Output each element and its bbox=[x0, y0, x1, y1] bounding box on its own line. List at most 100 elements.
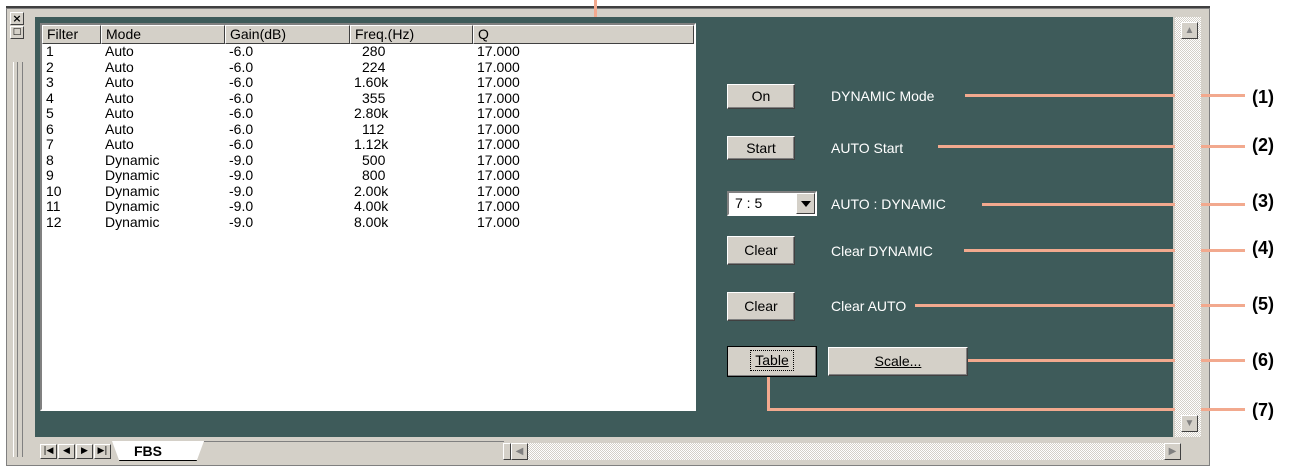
ratio-select[interactable]: 7 : 5 bbox=[727, 191, 817, 216]
scroll-left-icon[interactable]: ◀ bbox=[511, 443, 528, 460]
cell-mode: Auto bbox=[105, 58, 134, 75]
cell-q: 17.000 bbox=[477, 105, 520, 121]
table-row[interactable]: 10 Dynamic -9.0 2.00k 17.000 bbox=[42, 182, 692, 199]
cell-q: 17.000 bbox=[477, 136, 520, 152]
cell-filter: 6 bbox=[46, 120, 54, 137]
callout-line-3 bbox=[982, 203, 1245, 206]
cell-mode: Auto bbox=[105, 105, 134, 121]
column-header-q[interactable]: Q bbox=[473, 25, 694, 44]
cell-gain: -6.0 bbox=[229, 136, 254, 152]
cell-gain: -9.0 bbox=[229, 213, 254, 230]
scale-button-label: Scale... bbox=[874, 353, 922, 369]
clear-dynamic-button[interactable]: Clear bbox=[727, 236, 795, 265]
cell-freq: 1.12k bbox=[354, 136, 389, 152]
clear-auto-button[interactable]: Clear bbox=[727, 292, 795, 321]
auto-start-button[interactable]: Start bbox=[727, 136, 795, 160]
cell-freq: 1.60k bbox=[354, 74, 389, 90]
toolbar-strip: × □ bbox=[8, 12, 28, 464]
cell-gain: -9.0 bbox=[229, 167, 254, 183]
cell-freq: 112 bbox=[362, 120, 385, 137]
dropdown-arrow-icon[interactable] bbox=[796, 193, 815, 214]
callout-number-4: (4) bbox=[1252, 238, 1274, 258]
filter-table[interactable]: Filter Mode Gain(dB) Freq.(Hz) Q 1 Auto -6… bbox=[40, 23, 696, 411]
ratio-select-value: 7 : 5 bbox=[735, 195, 763, 211]
column-header-freq[interactable]: Freq.(Hz) bbox=[350, 25, 473, 44]
scroll-right-icon[interactable]: ▶ bbox=[1164, 443, 1181, 460]
table-row[interactable]: 5 Auto -6.0 2.80k 17.000 bbox=[42, 106, 692, 121]
callout-line-4 bbox=[964, 249, 1245, 252]
cell-filter: 3 bbox=[46, 74, 54, 90]
scroll-down-icon[interactable]: ▼ bbox=[1181, 415, 1198, 432]
callout-line-6 bbox=[968, 359, 1245, 362]
cell-q: 17.000 bbox=[477, 213, 520, 230]
table-row[interactable]: 12 Dynamic -9.0 8.00k 17.000 bbox=[42, 213, 692, 230]
table-row[interactable]: 2 Auto -6.0 224 17.000 bbox=[42, 58, 692, 75]
dynamic-mode-on-button[interactable]: On bbox=[727, 84, 795, 109]
callout-number-2: (2) bbox=[1252, 135, 1274, 155]
tab-fbs[interactable]: FBS bbox=[112, 441, 204, 461]
tab-fbs-label: FBS bbox=[134, 443, 162, 459]
cell-q: 17.000 bbox=[477, 120, 520, 137]
cell-freq: 4.00k bbox=[354, 198, 389, 214]
cell-q: 17.000 bbox=[477, 89, 520, 106]
cell-freq: 500 bbox=[362, 151, 386, 168]
cell-freq: 2.80k bbox=[354, 105, 389, 121]
cell-mode: Dynamic bbox=[105, 182, 160, 199]
table-row[interactable]: 1 Auto -6.0 280 17.000 bbox=[42, 44, 692, 59]
cell-q: 17.000 bbox=[477, 74, 520, 90]
callout-line-7-vertical bbox=[767, 377, 770, 411]
column-header-filter[interactable]: Filter bbox=[42, 25, 101, 44]
cell-q: 17.000 bbox=[477, 198, 520, 214]
table-row[interactable]: 7 Auto -6.0 1.12k 17.000 bbox=[42, 137, 692, 152]
cell-gain: -6.0 bbox=[229, 120, 254, 137]
cell-gain: -9.0 bbox=[229, 198, 254, 214]
callout-number-7: (7) bbox=[1252, 400, 1274, 420]
cell-gain: -9.0 bbox=[229, 151, 254, 168]
horizontal-scrollbar[interactable] bbox=[511, 443, 1181, 460]
cell-gain: -6.0 bbox=[229, 105, 254, 121]
table-row[interactable]: 9 Dynamic -9.0 800 17.000 bbox=[42, 168, 692, 183]
cell-freq: 224 bbox=[362, 58, 386, 75]
callout-line-7 bbox=[767, 408, 1245, 411]
cell-mode: Auto bbox=[105, 136, 134, 152]
next-page-icon[interactable]: ▶ bbox=[76, 444, 93, 459]
cell-mode: Auto bbox=[105, 120, 134, 137]
last-page-icon[interactable]: ▶| bbox=[94, 444, 111, 459]
clear-auto-label: Clear AUTO bbox=[831, 298, 907, 314]
cell-gain: -9.0 bbox=[229, 182, 254, 199]
vertical-scrollbar[interactable] bbox=[1175, 17, 1201, 437]
table-row[interactable]: 4 Auto -6.0 355 17.000 bbox=[42, 89, 692, 106]
cell-q: 17.000 bbox=[477, 182, 520, 199]
close-icon[interactable]: × bbox=[10, 12, 24, 25]
cell-filter: 2 bbox=[46, 58, 54, 75]
table-button[interactable]: Table bbox=[727, 346, 817, 377]
toolbar-grip[interactable] bbox=[13, 62, 23, 457]
callout-number-5: (5) bbox=[1252, 294, 1274, 314]
table-row[interactable]: 6 Auto -6.0 112 17.000 bbox=[42, 120, 692, 137]
restore-icon[interactable]: □ bbox=[10, 26, 24, 39]
scroll-split-handle[interactable] bbox=[503, 443, 511, 460]
first-page-icon[interactable]: |◀ bbox=[40, 444, 57, 459]
table-row[interactable]: 8 Dynamic -9.0 500 17.000 bbox=[42, 151, 692, 168]
cell-freq: 2.00k bbox=[354, 182, 389, 199]
column-header-gain[interactable]: Gain(dB) bbox=[225, 25, 350, 44]
column-header-mode[interactable]: Mode bbox=[101, 25, 225, 44]
cell-mode: Dynamic bbox=[105, 213, 160, 230]
callout-number-3: (3) bbox=[1252, 191, 1274, 211]
cell-freq: 355 bbox=[362, 89, 386, 106]
table-row[interactable]: 3 Auto -6.0 1.60k 17.000 bbox=[42, 75, 692, 90]
callout-number-6: (6) bbox=[1252, 350, 1274, 370]
callout-line-1 bbox=[965, 94, 1245, 97]
cell-gain: -6.0 bbox=[229, 58, 254, 75]
tab-baseline bbox=[204, 441, 504, 442]
cell-filter: 8 bbox=[46, 151, 54, 168]
cell-filter: 4 bbox=[46, 89, 54, 106]
cell-freq: 8.00k bbox=[354, 213, 389, 230]
clear-dynamic-label: Clear DYNAMIC bbox=[831, 243, 933, 259]
scale-button[interactable]: Scale... bbox=[828, 347, 968, 376]
cell-mode: Dynamic bbox=[105, 167, 160, 183]
table-row[interactable]: 11 Dynamic -9.0 4.00k 17.000 bbox=[42, 199, 692, 214]
cell-freq: 280 bbox=[362, 43, 386, 59]
prev-page-icon[interactable]: ◀ bbox=[58, 444, 75, 459]
scroll-up-icon[interactable]: ▲ bbox=[1181, 22, 1198, 39]
